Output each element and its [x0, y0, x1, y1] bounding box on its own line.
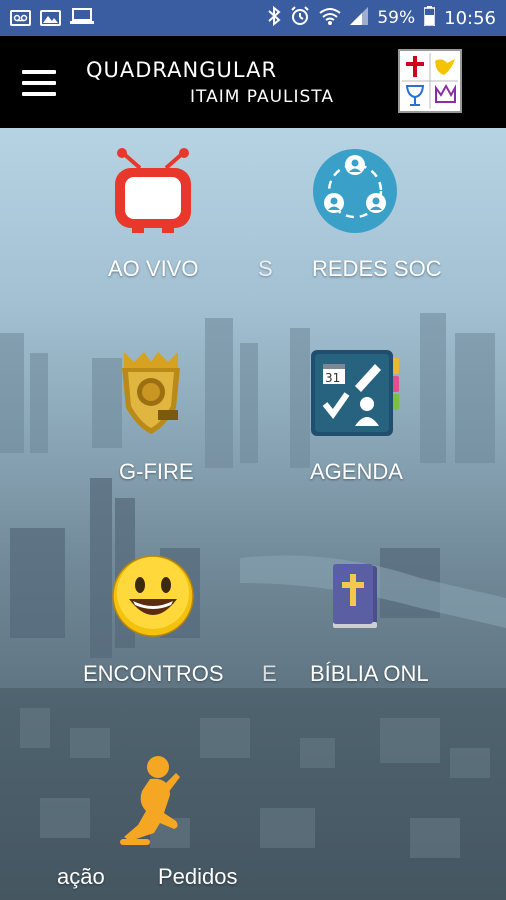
menu-label-agenda: AGENDA	[310, 459, 403, 484]
menu-label-encontros: ENCONTROS	[83, 661, 224, 686]
crest-icon	[114, 350, 188, 436]
image-icon	[40, 10, 61, 26]
city-background	[0, 128, 506, 900]
menu-label-biblia-online: BÍBLIA ONL	[310, 661, 429, 686]
laptop-icon	[70, 7, 94, 29]
battery-level: 59%	[377, 8, 416, 28]
bluetooth-icon	[267, 5, 281, 32]
menu-label-redes-sociais: REDES SOC	[312, 256, 442, 281]
svg-text:31: 31	[325, 371, 340, 385]
menu-label-partial-2: E	[262, 661, 277, 686]
battery-icon	[423, 5, 436, 31]
menu-label-partial: S	[258, 256, 273, 281]
clock: 10:56	[444, 7, 496, 29]
tv-icon	[112, 148, 194, 234]
wifi-icon	[319, 7, 341, 30]
calendar-icon: 31	[311, 350, 399, 436]
brand-subtitle: ITAIM PAULISTA	[190, 87, 334, 107]
brand-title: QUADRANGULAR	[86, 58, 278, 82]
signal-icon	[350, 6, 369, 30]
praying-person-icon	[120, 755, 184, 845]
voicemail-icon	[10, 10, 31, 26]
menu-label-g-fire: G-FIRE	[119, 459, 194, 484]
app-bar: QUADRANGULAR ITAIM PAULISTA	[0, 36, 506, 128]
alarm-icon	[290, 5, 310, 31]
hamburger-icon[interactable]	[22, 70, 56, 96]
quadrangular-logo-icon[interactable]	[398, 49, 462, 113]
social-network-icon	[312, 148, 398, 234]
smiley-icon	[112, 555, 194, 637]
menu-label-ao-vivo: AO VIVO	[108, 256, 199, 281]
menu-label-pedidos: Pedidos	[158, 864, 238, 889]
bible-icon	[331, 562, 381, 630]
menu-label-acao: ação	[57, 864, 105, 889]
status-bar: 59% 10:56	[0, 0, 506, 36]
